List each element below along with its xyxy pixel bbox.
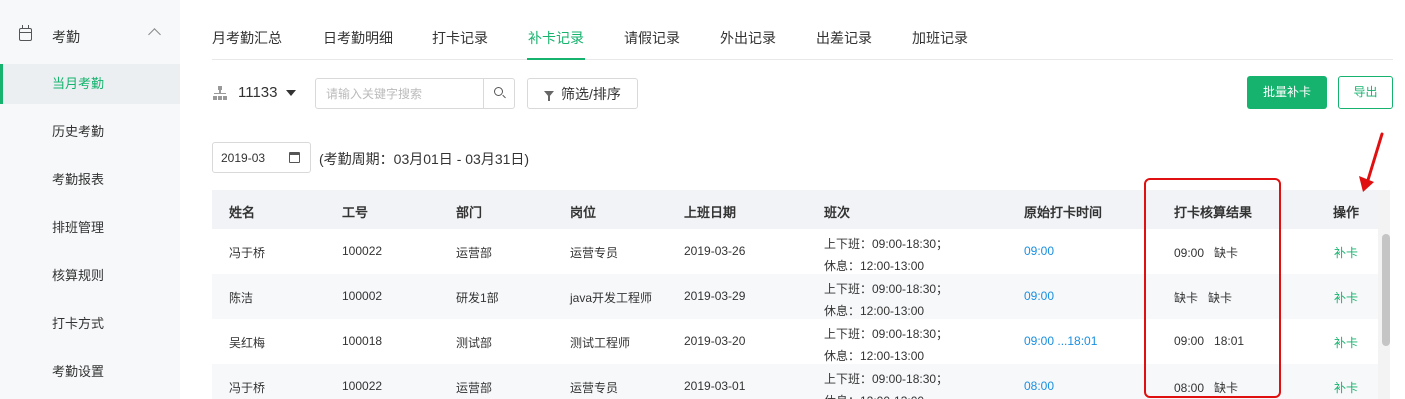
makeup-action-link[interactable]: 补卡 bbox=[1334, 334, 1358, 351]
column-header-name: 姓名 bbox=[229, 205, 256, 220]
shift-hours: 上下班：09:00-18:30； bbox=[824, 237, 949, 251]
month-picker[interactable]: 2019-03 bbox=[212, 142, 311, 173]
cell-raw-clock-time-link[interactable]: 09:00 ...18:01 bbox=[1024, 334, 1097, 348]
sidebar-item-reports[interactable]: 考勤报表 bbox=[0, 160, 180, 200]
org-selector-value: 11133 bbox=[238, 84, 278, 101]
sidebar-item-scheduling[interactable]: 排班管理 bbox=[0, 208, 180, 248]
sidebar-item-clock-methods[interactable]: 打卡方式 bbox=[0, 304, 180, 344]
filter-icon bbox=[544, 90, 555, 101]
sidebar-item-rules[interactable]: 核算规则 bbox=[0, 256, 180, 296]
attendance-cycle-text: (考勤周期：03月01日 - 03月31日) bbox=[319, 151, 530, 167]
cell-shift: 上下班：09:00-18:30； 休息：12:00-13:00 bbox=[824, 278, 948, 322]
cell-employee-id: 100022 bbox=[342, 244, 383, 258]
export-button[interactable]: 导出 bbox=[1338, 76, 1393, 109]
tab-makeup-records[interactable]: 补卡记录 bbox=[527, 28, 585, 60]
cell-shift: 上下班：09:00-18:30； 休息：12:00-13:00 bbox=[824, 323, 948, 367]
cell-name: 冯于桥 bbox=[229, 246, 266, 260]
date-picker-icon bbox=[289, 152, 300, 163]
makeup-action-link[interactable]: 补卡 bbox=[1334, 379, 1358, 396]
tab-outing-records[interactable]: 外出记录 bbox=[720, 28, 776, 48]
column-header-work-date: 上班日期 bbox=[684, 205, 737, 220]
cell-department: 运营部 bbox=[456, 246, 493, 260]
org-tree-icon bbox=[212, 85, 228, 101]
search-input[interactable] bbox=[316, 79, 484, 108]
cell-department: 测试部 bbox=[456, 336, 493, 350]
shift-break: 休息：12:00-13:00 bbox=[824, 390, 948, 399]
tab-business-trip-records[interactable]: 出差记录 bbox=[816, 28, 872, 48]
cell-work-date: 2019-03-01 bbox=[684, 379, 746, 393]
chevron-up-icon[interactable] bbox=[148, 28, 161, 41]
filter-sort-button[interactable]: 筛选/排序 bbox=[527, 78, 638, 109]
cell-name: 陈洁 bbox=[229, 291, 254, 305]
table-scrollbar-thumb[interactable] bbox=[1382, 234, 1390, 346]
cell-shift: 上下班：09:00-18:30； 休息：12:00-13:00 bbox=[824, 233, 948, 277]
org-selector[interactable]: 11133 bbox=[212, 84, 296, 101]
cell-raw-clock-time-link[interactable]: 08:00 bbox=[1024, 379, 1054, 393]
cell-raw-clock-time-link[interactable]: 09:00 bbox=[1024, 244, 1054, 258]
column-header-department: 部门 bbox=[456, 205, 483, 220]
cell-employee-id: 100002 bbox=[342, 289, 383, 303]
cell-shift: 上下班：09:00-18:30； 休息：12:00-13:00 bbox=[824, 368, 948, 399]
cell-work-date: 2019-03-29 bbox=[684, 289, 746, 303]
sidebar: 考勤 当月考勤 历史考勤 考勤报表 排班管理 核算规则 打卡方式 考勤设置 bbox=[0, 0, 180, 399]
cell-employee-id: 100022 bbox=[342, 379, 383, 393]
shift-hours: 上下班：09:00-18:30； bbox=[824, 372, 949, 386]
shift-hours: 上下班：09:00-18:30； bbox=[824, 282, 949, 296]
tab-clock-records[interactable]: 打卡记录 bbox=[432, 28, 488, 48]
cell-position: 运营专员 bbox=[570, 381, 619, 395]
calendar-icon bbox=[19, 25, 32, 41]
tab-bar: 月考勤汇总 日考勤明细 打卡记录 补卡记录 请假记录 外出记录 出差记录 加班记… bbox=[212, 16, 1393, 60]
tab-monthly-summary[interactable]: 月考勤汇总 bbox=[212, 28, 282, 48]
makeup-action-link[interactable]: 补卡 bbox=[1334, 244, 1358, 261]
sidebar-section-attendance[interactable]: 考勤 bbox=[0, 12, 180, 60]
sidebar-item-settings[interactable]: 考勤设置 bbox=[0, 352, 180, 392]
tab-overtime-records[interactable]: 加班记录 bbox=[912, 28, 968, 48]
cell-department: 运营部 bbox=[456, 381, 493, 395]
shift-hours: 上下班：09:00-18:30； bbox=[824, 327, 949, 341]
column-header-position: 岗位 bbox=[570, 205, 597, 220]
column-header-action: 操作 bbox=[1333, 205, 1360, 220]
cell-position: 运营专员 bbox=[570, 246, 619, 260]
cell-raw-clock-time-link[interactable]: 09:00 bbox=[1024, 289, 1054, 303]
cell-position: 测试工程师 bbox=[570, 336, 631, 350]
filter-sort-label: 筛选/排序 bbox=[561, 85, 621, 102]
month-picker-value: 2019-03 bbox=[221, 151, 266, 165]
sidebar-section-title: 考勤 bbox=[52, 29, 80, 45]
cell-position: java开发工程师 bbox=[570, 291, 653, 305]
cell-department: 研发1部 bbox=[456, 291, 499, 305]
search-button[interactable] bbox=[483, 79, 514, 108]
clock-result-highlight-box bbox=[1144, 178, 1281, 398]
tab-daily-detail[interactable]: 日考勤明细 bbox=[323, 28, 393, 48]
sidebar-item-history[interactable]: 历史考勤 bbox=[0, 112, 180, 152]
cell-work-date: 2019-03-20 bbox=[684, 334, 746, 348]
annotation-arrow-icon bbox=[1359, 132, 1384, 192]
caret-down-icon bbox=[285, 89, 296, 96]
cell-name: 冯于桥 bbox=[229, 381, 266, 395]
column-header-employee-id: 工号 bbox=[342, 205, 369, 220]
column-header-shift: 班次 bbox=[824, 205, 851, 220]
makeup-action-link[interactable]: 补卡 bbox=[1334, 289, 1358, 306]
cell-employee-id: 100018 bbox=[342, 334, 383, 348]
column-header-raw-clock-time: 原始打卡时间 bbox=[1024, 205, 1103, 220]
batch-makeup-button[interactable]: 批量补卡 bbox=[1247, 76, 1327, 109]
tab-leave-records[interactable]: 请假记录 bbox=[624, 28, 680, 48]
cell-name: 吴红梅 bbox=[229, 336, 266, 350]
cell-work-date: 2019-03-26 bbox=[684, 244, 746, 258]
sidebar-item-current-month[interactable]: 当月考勤 bbox=[0, 64, 180, 104]
search-box bbox=[315, 78, 515, 109]
